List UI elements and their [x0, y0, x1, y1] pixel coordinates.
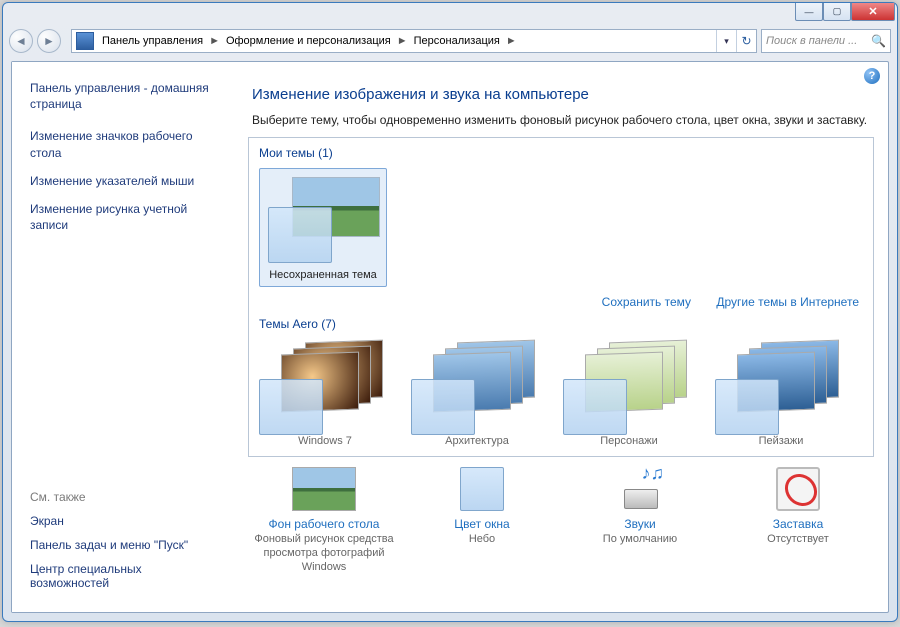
- window-frame: — ▢ ✕ ◄ ► Панель управления ► Оформление…: [2, 2, 898, 622]
- theme-caption: Архитектура: [411, 435, 543, 447]
- page-description: Выберите тему, чтобы одновременно измени…: [234, 113, 888, 137]
- breadcrumb-item[interactable]: Персонализация: [410, 35, 504, 47]
- close-button[interactable]: ✕: [851, 3, 895, 21]
- setting-screensaver[interactable]: Заставка Отсутствует: [722, 467, 874, 574]
- sidebar-link-desktop-icons[interactable]: Изменение значков рабочего стола: [30, 128, 222, 160]
- setting-link: Заставка: [722, 517, 874, 531]
- search-placeholder: Поиск в панели ...: [766, 35, 857, 47]
- client-area: Панель управления - домашняя страница Из…: [11, 61, 889, 613]
- screensaver-icon: [776, 467, 820, 511]
- search-icon[interactable]: 🔍: [871, 34, 886, 48]
- group-label-aero-themes: Темы Aero (7): [259, 317, 863, 331]
- minimize-button[interactable]: —: [795, 3, 823, 21]
- chevron-right-icon[interactable]: ►: [504, 35, 519, 47]
- theme-caption: Пейзажи: [715, 435, 847, 447]
- setting-sounds[interactable]: Звуки По умолчанию: [564, 467, 716, 574]
- setting-desktop-background[interactable]: Фон рабочего стола Фоновый рисунок средс…: [248, 467, 400, 574]
- breadcrumb-item[interactable]: Оформление и персонализация: [222, 35, 395, 47]
- theme-tile-windows7[interactable]: Windows 7: [259, 339, 391, 447]
- group-label-my-themes: Мои темы (1): [259, 146, 863, 160]
- sidebar-link-display[interactable]: Экран: [30, 514, 222, 528]
- color-swatch: [268, 207, 332, 263]
- sidebar-home-link[interactable]: Панель управления - домашняя страница: [30, 80, 222, 112]
- nav-bar: ◄ ► Панель управления ► Оформление и пер…: [3, 25, 897, 57]
- setting-value: По умолчанию: [564, 533, 716, 547]
- themes-panel: Мои темы (1) Несохраненная тема Сохранит…: [248, 137, 874, 457]
- back-button[interactable]: ◄: [9, 29, 33, 53]
- color-icon: [460, 467, 504, 511]
- setting-value: Небо: [406, 533, 558, 547]
- main-content: ? Изменение изображения и звука на компь…: [234, 62, 888, 612]
- help-icon[interactable]: ?: [864, 68, 880, 84]
- theme-tile-architecture[interactable]: Архитектура: [411, 339, 543, 447]
- theme-caption: Windows 7: [259, 435, 391, 447]
- wallpaper-icon: [292, 467, 356, 511]
- address-dropdown-button[interactable]: ▾: [716, 30, 736, 52]
- setting-link: Фон рабочего стола: [248, 517, 400, 531]
- theme-tile-characters[interactable]: Персонажи: [563, 339, 695, 447]
- theme-tile-unsaved[interactable]: Несохраненная тема: [259, 168, 387, 287]
- sidebar-link-mouse-pointers[interactable]: Изменение указателей мыши: [30, 173, 222, 189]
- sidebar-link-account-picture[interactable]: Изменение рисунка учетной записи: [30, 201, 222, 233]
- maximize-button[interactable]: ▢: [823, 3, 851, 21]
- link-save-theme[interactable]: Сохранить тему: [602, 295, 691, 309]
- theme-caption: Персонажи: [563, 435, 695, 447]
- setting-link: Цвет окна: [406, 517, 558, 531]
- theme-tile-landscapes[interactable]: Пейзажи: [715, 339, 847, 447]
- refresh-button[interactable]: ↻: [736, 30, 756, 52]
- titlebar: — ▢ ✕: [3, 3, 897, 25]
- theme-caption: Несохраненная тема: [264, 269, 382, 282]
- sidebar-see-also-label: См. также: [30, 490, 222, 504]
- search-input[interactable]: Поиск в панели ... 🔍: [761, 29, 891, 53]
- setting-window-color[interactable]: Цвет окна Небо: [406, 467, 558, 574]
- setting-value: Отсутствует: [722, 533, 874, 547]
- sound-icon: [618, 467, 662, 511]
- forward-button[interactable]: ►: [37, 29, 61, 53]
- breadcrumb-item[interactable]: Панель управления: [98, 35, 207, 47]
- sidebar: Панель управления - домашняя страница Из…: [12, 62, 234, 612]
- page-title: Изменение изображения и звука на компьют…: [234, 62, 888, 113]
- address-bar[interactable]: Панель управления ► Оформление и персона…: [71, 29, 757, 53]
- link-themes-online[interactable]: Другие темы в Интернете: [716, 295, 859, 309]
- setting-link: Звуки: [564, 517, 716, 531]
- bottom-settings-bar: Фон рабочего стола Фоновый рисунок средс…: [234, 457, 888, 574]
- setting-value: Фоновый рисунок средства просмотра фотог…: [248, 533, 400, 574]
- control-panel-icon: [76, 32, 94, 50]
- chevron-right-icon[interactable]: ►: [207, 35, 222, 47]
- chevron-right-icon[interactable]: ►: [395, 35, 410, 47]
- sidebar-link-taskbar[interactable]: Панель задач и меню "Пуск": [30, 538, 222, 552]
- sidebar-link-ease-of-access[interactable]: Центр специальных возможностей: [30, 562, 222, 590]
